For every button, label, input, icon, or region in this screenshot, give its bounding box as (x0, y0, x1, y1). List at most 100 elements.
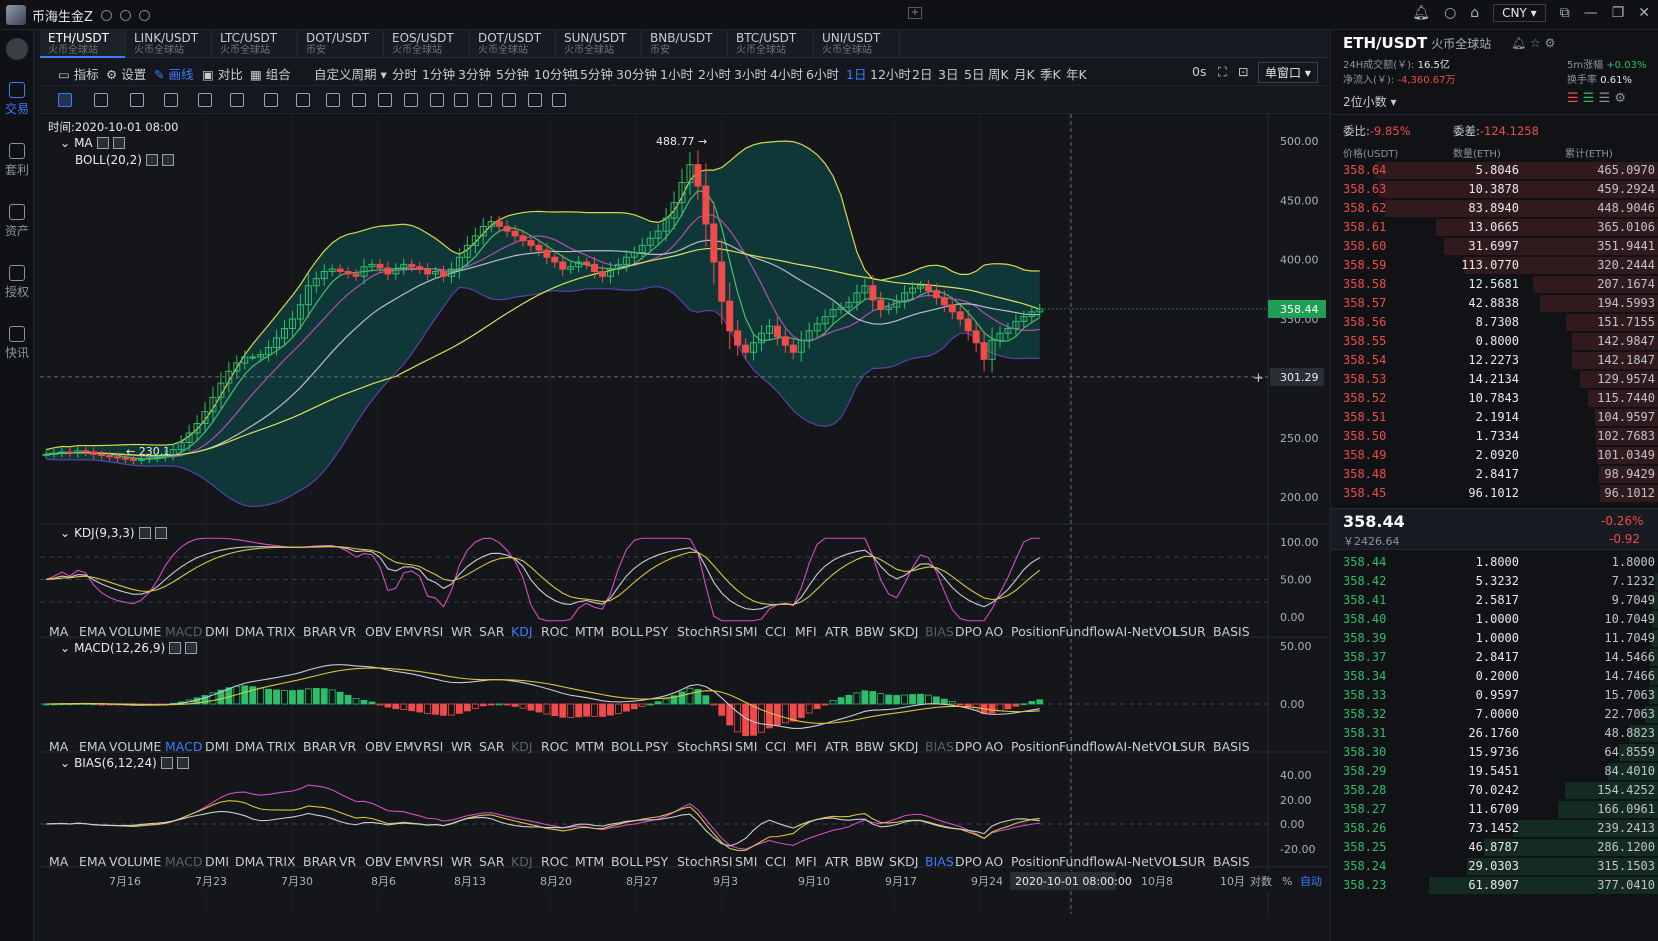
orderbook-row[interactable]: 358.48 2.8417 98.9429 (1331, 465, 1658, 484)
indicator-tab[interactable]: DMA (235, 624, 264, 639)
indicator-tab[interactable]: DPO (955, 624, 982, 639)
orderbook-row[interactable]: 358.44 1.8000 1.8000 (1331, 553, 1658, 572)
indicator-tab[interactable]: WR (451, 739, 472, 754)
indicator-tab[interactable]: BIAS (925, 624, 954, 639)
tab-1[interactable]: LINK/USDT 火币全球站 (126, 30, 212, 58)
indicator-tab[interactable]: SAR (479, 739, 504, 754)
indicator-tab[interactable]: MTM (575, 624, 604, 639)
indicator-tab[interactable]: ATR (825, 739, 849, 754)
draw-tool-icon[interactable] (94, 93, 108, 107)
close-icon[interactable]: ✕ (1638, 5, 1650, 21)
indicator-tab[interactable]: LSUR (1173, 739, 1206, 754)
orderbook-row[interactable]: 358.53 14.2134 129.9574 (1331, 370, 1658, 389)
orderbook-row[interactable]: 358.23 61.8907 377.0410 (1331, 876, 1658, 895)
indicator-tab[interactable]: ROC (541, 739, 568, 754)
indicator-tab[interactable]: DMI (205, 854, 229, 869)
indicator-tab[interactable]: BRAR (303, 739, 337, 754)
orderbook-row[interactable]: 358.63 10.3878 459.2924 (1331, 180, 1658, 199)
tab-4[interactable]: EOS/USDT 火币全球站 (384, 30, 470, 58)
indicator-tab[interactable]: SKDJ (889, 739, 918, 754)
window-mode-select[interactable]: 单窗口 ▾ (1258, 62, 1318, 83)
indicator-tab[interactable]: BRAR (303, 624, 337, 639)
tab-8[interactable]: BTC/USDT 火币全球站 (728, 30, 814, 58)
orderbook-row[interactable]: 358.50 1.7334 102.7683 (1331, 427, 1658, 446)
indicator-tab[interactable]: EMV (395, 854, 422, 869)
tab-6[interactable]: SUN/USDT 火币全球站 (556, 30, 642, 58)
settings-icon[interactable] (96, 137, 109, 149)
indicator-tab[interactable]: VR (339, 854, 356, 869)
orderbook-row[interactable]: 358.45 96.1012 96.1012 (1331, 484, 1658, 503)
indicator-tab[interactable]: WR (451, 854, 472, 869)
indicator-tab[interactable]: Fundflow (1059, 739, 1115, 754)
indicator-tab[interactable]: VOLUME (109, 854, 161, 869)
indicator-tab[interactable]: MTM (575, 739, 604, 754)
indicator-tab[interactable]: VR (339, 739, 356, 754)
period-7[interactable]: 1小时 (660, 64, 693, 83)
orderbook-row[interactable]: 358.37 2.8417 14.5466 (1331, 648, 1658, 667)
settings-button[interactable]: ⚙ 设置 (106, 64, 146, 83)
indicator-tab[interactable]: ATR (825, 624, 849, 639)
orderbook-row[interactable]: 358.61 13.0665 365.0106 (1331, 218, 1658, 237)
indicator-tab[interactable]: AO (985, 739, 1003, 754)
draw-tool-icon[interactable] (378, 93, 392, 107)
indicator-tab[interactable]: BBW (855, 739, 884, 754)
indicator-tab[interactable]: BBW (855, 854, 884, 869)
draw-tool-icon[interactable] (404, 93, 418, 107)
orderbook-row[interactable]: 358.31 26.1760 48.8823 (1331, 724, 1658, 743)
settings-icon[interactable] (160, 757, 173, 769)
close-icon[interactable] (185, 642, 198, 654)
indicator-tab[interactable]: OBV (365, 854, 392, 869)
orderbook-row[interactable]: 358.32 7.0000 22.7063 (1331, 705, 1658, 724)
decimals-select[interactable]: 2位小数 ▾ (1343, 93, 1396, 110)
draw-button[interactable]: ✎ 画线 (154, 64, 193, 83)
orderbook-row[interactable]: 358.54 12.2273 142.1847 (1331, 351, 1658, 370)
tab-5[interactable]: DOT/USDT 火币全球站 (470, 30, 556, 58)
indicator-tab[interactable]: VOLUME (109, 624, 161, 639)
close-icon[interactable] (161, 154, 174, 166)
tab-7[interactable]: BNB/USDT 币安 (642, 30, 728, 58)
indicator-tab[interactable]: PSY (645, 739, 668, 754)
popout-icon[interactable]: ⧉ (1560, 5, 1570, 21)
period-17[interactable]: 周K (988, 64, 1009, 83)
orderbook-row[interactable]: 358.55 0.8000 142.9847 (1331, 332, 1658, 351)
draw-tool-icon[interactable] (264, 93, 278, 107)
indicator-tab[interactable]: MFI (795, 739, 817, 754)
chart-canvas[interactable]: 500.00450.00400.00350.00250.00200.00301.… (40, 114, 1328, 941)
orderbook-row[interactable]: 358.33 0.9597 15.7063 (1331, 686, 1658, 705)
indicator-tab[interactable]: TRIX (267, 739, 296, 754)
fullscreen-icon[interactable]: ⛶ (1218, 64, 1227, 80)
compare-button[interactable]: ▣ 对比 (202, 64, 243, 83)
indicator-tab[interactable]: DPO (955, 739, 982, 754)
period-13[interactable]: 12小时 (870, 64, 911, 83)
orderbook-row[interactable]: 358.34 0.2000 14.7466 (1331, 667, 1658, 686)
close-icon[interactable] (176, 757, 189, 769)
indicator-tab[interactable]: BOLL (611, 739, 643, 754)
shirt-icon[interactable]: ⌂ (1470, 5, 1479, 21)
orderbook-row[interactable]: 358.39 1.0000 11.7049 (1331, 629, 1658, 648)
tab-3[interactable]: DOT/USDT 币安 (298, 30, 384, 58)
indicator-tab[interactable]: AI-NetVOL (1115, 624, 1179, 639)
period-12[interactable]: 1日 (846, 64, 866, 83)
nav-item-2[interactable]: 资产 (0, 204, 34, 239)
orderbook-row[interactable]: 358.41 2.5817 9.7049 (1331, 591, 1658, 610)
indicator-tab[interactable]: BRAR (303, 854, 337, 869)
indicator-tab[interactable]: MA (49, 854, 68, 869)
indicator-button[interactable]: ▭ 指标 (58, 64, 99, 83)
indicator-tab[interactable]: ROC (541, 854, 568, 869)
orderbook-row[interactable]: 358.28 70.0242 154.4252 (1331, 781, 1658, 800)
period-20[interactable]: 年K (1066, 64, 1087, 83)
indicator-tab[interactable]: StochRSI (677, 739, 733, 754)
indicator-tab[interactable]: SKDJ (889, 854, 918, 869)
indicator-tab[interactable]: CCI (765, 854, 786, 869)
draw-tool-icon[interactable] (454, 93, 468, 107)
orderbook-row[interactable]: 358.49 2.0920 101.0349 (1331, 446, 1658, 465)
indicator-tab[interactable]: BIAS (925, 739, 954, 754)
indicator-tab[interactable]: Position (1011, 739, 1060, 754)
indicator-tab[interactable]: AI-NetVOL (1115, 739, 1179, 754)
orderbook-row[interactable]: 358.42 5.3232 7.1232 (1331, 572, 1658, 591)
indicator-tab[interactable]: SMI (735, 624, 757, 639)
indicator-tab[interactable]: BASIS (1213, 739, 1250, 754)
draw-tool-icon[interactable] (58, 93, 72, 107)
orderbook-row[interactable]: 358.40 1.0000 10.7049 (1331, 610, 1658, 629)
indicator-tab[interactable]: BOLL (611, 854, 643, 869)
